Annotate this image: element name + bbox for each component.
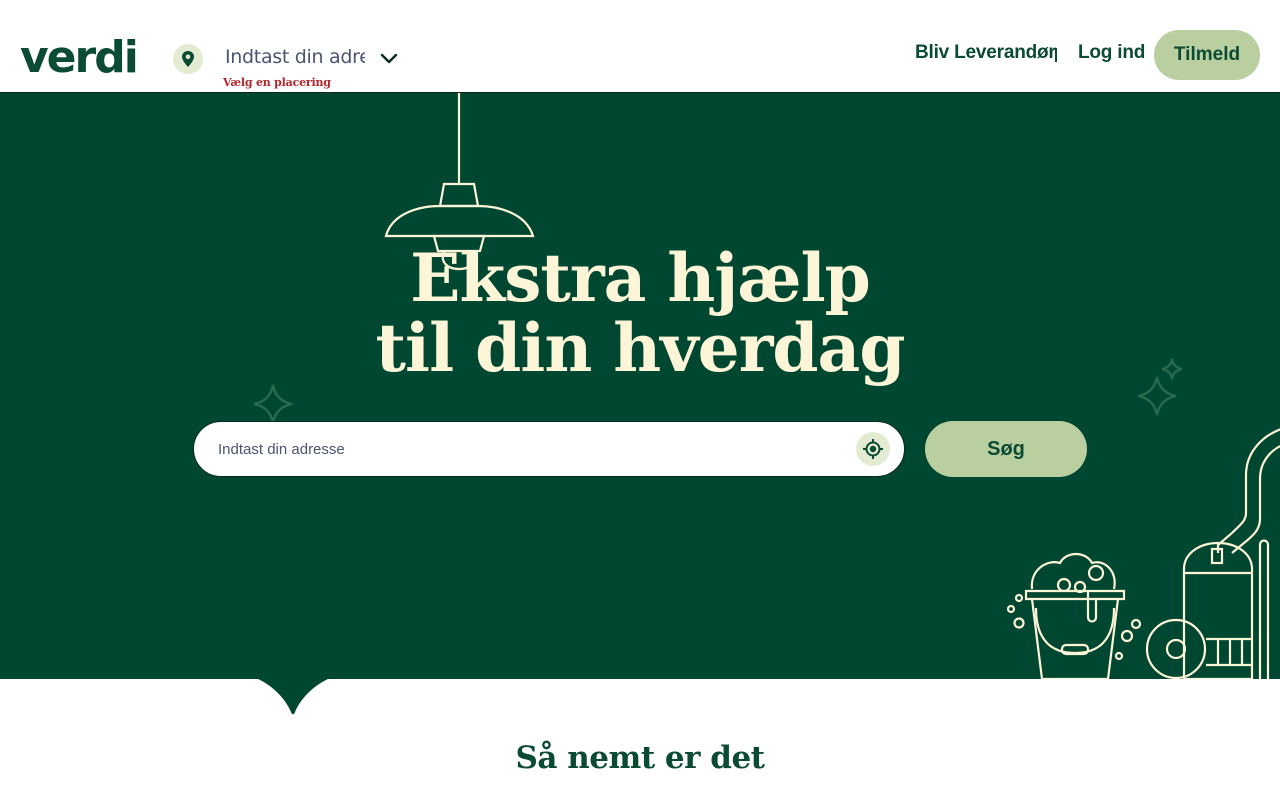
bucket-illustration bbox=[1006, 552, 1142, 679]
nav-divider bbox=[1055, 48, 1057, 62]
verdii-logo[interactable]: verdii bbox=[20, 34, 140, 78]
headline-line-1: Ekstra hjælp bbox=[410, 239, 871, 317]
login-link[interactable]: Log ind bbox=[1078, 42, 1145, 64]
headline-line-2: til din hverdag bbox=[375, 309, 906, 387]
locate-me-icon[interactable] bbox=[856, 432, 890, 466]
address-search-box bbox=[193, 421, 905, 477]
vacuum-illustration bbox=[1145, 428, 1280, 679]
address-error-message: Vælg en placering bbox=[223, 76, 331, 89]
hero-headline: Ekstra hjælp til din hverdag bbox=[0, 243, 1280, 383]
hero-notch bbox=[250, 678, 336, 715]
sparkle-left-icon bbox=[253, 384, 293, 424]
location-pin-icon[interactable] bbox=[173, 44, 203, 74]
site-header: verdii Indtast din adresse Vælg en place… bbox=[0, 0, 1280, 93]
header-address-select[interactable]: Indtast din adresse bbox=[225, 46, 365, 72]
section-title: Så nemt er det bbox=[515, 740, 765, 776]
search-button[interactable]: Søg bbox=[925, 421, 1087, 477]
hero-section: Ekstra hjælp til din hverdag Søg bbox=[0, 93, 1280, 679]
address-search-input[interactable] bbox=[218, 422, 838, 476]
chevron-down-icon[interactable] bbox=[378, 50, 400, 68]
svg-text:verdii: verdii bbox=[20, 34, 140, 78]
become-provider-link[interactable]: Bliv Leverandør bbox=[915, 42, 1056, 64]
signup-button[interactable]: Tilmeld bbox=[1154, 30, 1260, 80]
